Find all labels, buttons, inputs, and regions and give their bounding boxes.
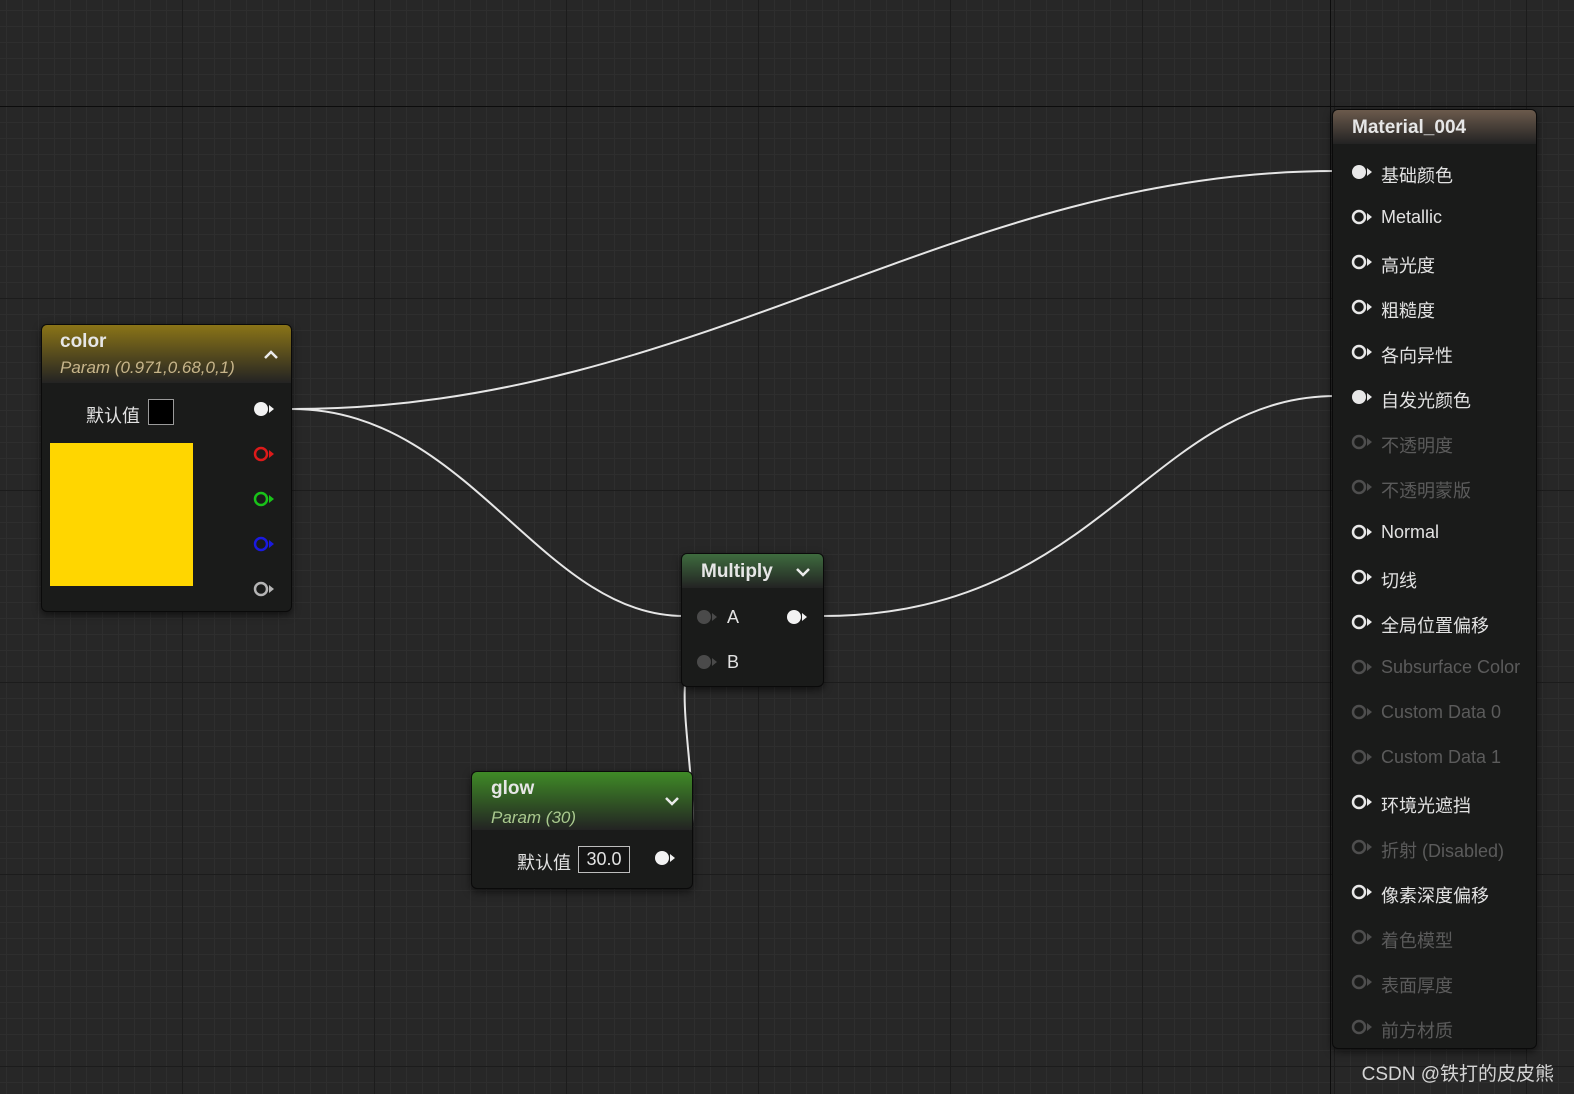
wire-color-to-base-color[interactable] [291,170,1337,410]
color-parameter-node[interactable]: color Param (0.971,0.68,0,1) 默认值 [41,324,292,612]
wire-color-to-multiply-a[interactable] [291,408,685,617]
material-input-row[interactable]: 基础颜色 [1333,162,1536,186]
material-input-row[interactable]: Custom Data 1 [1333,747,1536,771]
input-pin-icon[interactable] [1351,748,1373,766]
color-preview-swatch [50,443,193,586]
material-input-label: 基础颜色 [1381,166,1453,186]
watermark-text: CSDN @铁打的皮皮熊 [1361,1064,1554,1085]
color-node-header[interactable]: color Param (0.971,0.68,0,1) [42,325,291,383]
alpha-output-pin-icon[interactable] [253,580,275,598]
node-title: Multiply [701,561,773,582]
material-input-row[interactable]: 切线 [1333,567,1536,591]
material-input-label: 自发光颜色 [1381,391,1471,411]
input-pin-icon[interactable] [1351,928,1373,946]
input-pin-icon[interactable] [1351,208,1373,226]
material-input-label: 各向异性 [1381,346,1453,366]
green-output-pin-icon[interactable] [253,490,275,508]
material-input-label: 表面厚度 [1381,976,1453,996]
material-result-node[interactable]: Material_004 基础颜色 Metallic 高光度粗糙度各向异性自发光颜色… [1332,109,1537,1049]
material-input-row[interactable]: 粗糙度 [1333,297,1536,321]
multiply-node[interactable]: Multiply A B [681,553,824,687]
glow-parameter-node[interactable]: glow Param (30) 默认值 30.0 [471,771,693,889]
material-node-header[interactable]: Material_004 [1333,110,1536,144]
node-subtitle: Param (30) [491,808,577,827]
material-input-row[interactable]: 全局位置偏移 [1333,612,1536,636]
material-input-row[interactable]: 不透明蒙版 [1333,477,1536,501]
node-subtitle: Param (0.971,0.68,0,1) [60,358,235,377]
output-pin-icon[interactable] [654,849,676,867]
material-input-label: 环境光遮挡 [1381,796,1471,816]
node-title: glow [491,778,535,799]
input-pin-icon[interactable] [1351,433,1373,451]
input-pin-icon[interactable] [1351,793,1373,811]
input-pin-icon[interactable] [1351,253,1373,271]
input-pin-icon[interactable] [1351,568,1373,586]
material-input-label: 不透明度 [1381,436,1453,456]
red-output-pin-icon[interactable] [253,445,275,463]
material-input-label: Metallic [1381,207,1443,227]
wire-multiply-to-emissive[interactable] [821,395,1337,617]
material-input-row[interactable]: 折射 (Disabled) [1333,837,1536,861]
chevron-down-icon[interactable] [664,793,680,809]
chevron-up-icon[interactable] [263,347,279,363]
input-pin-icon[interactable] [1351,838,1373,856]
chevron-down-icon[interactable] [795,564,811,580]
blue-output-pin-icon[interactable] [253,535,275,553]
input-pin-icon[interactable] [1351,478,1373,496]
white-output-pin-icon[interactable] [253,400,275,418]
material-input-row[interactable]: 自发光颜色 [1333,387,1536,411]
material-input-label: 折射 (Disabled) [1381,841,1505,861]
material-input-label: Custom Data 0 [1381,702,1502,722]
material-input-label: Subsurface Color [1381,657,1521,677]
glow-node-header[interactable]: glow Param (30) [472,772,692,830]
material-input-label: 高光度 [1381,256,1435,276]
material-input-label: 全局位置偏移 [1381,616,1489,636]
input-pin-icon[interactable] [1351,883,1373,901]
material-input-label: 切线 [1381,571,1417,591]
material-input-row[interactable]: Custom Data 0 [1333,702,1536,726]
input-pin-icon[interactable] [1351,973,1373,991]
material-input-row[interactable]: 各向异性 [1333,342,1536,366]
material-input-label: 粗糙度 [1381,301,1435,321]
material-input-label: 像素深度偏移 [1381,886,1489,906]
connected-input-pin-icon[interactable] [1351,163,1373,181]
input-b-label: B [727,652,740,672]
material-input-row[interactable]: 高光度 [1333,252,1536,276]
connected-input-pin-icon[interactable] [1351,388,1373,406]
material-input-row[interactable]: 着色模型 [1333,927,1536,951]
default-value-input[interactable]: 30.0 [578,846,630,873]
material-input-row[interactable]: 不透明度 [1333,432,1536,456]
material-input-label: 前方材质 [1381,1021,1453,1041]
output-pin-icon[interactable] [786,608,808,626]
material-input-row[interactable]: 像素深度偏移 [1333,882,1536,906]
node-title: color [60,331,107,352]
material-input-row[interactable]: 表面厚度 [1333,972,1536,996]
input-a-pin-icon[interactable] [696,608,718,626]
material-input-label: 不透明蒙版 [1381,481,1471,501]
default-color-swatch[interactable] [148,399,174,425]
input-pin-icon[interactable] [1351,703,1373,721]
material-input-row[interactable]: 前方材质 [1333,1017,1536,1041]
material-input-row[interactable]: Normal [1333,522,1536,546]
material-input-label: Custom Data 1 [1381,747,1502,767]
input-pin-icon[interactable] [1351,658,1373,676]
material-input-row[interactable]: 环境光遮挡 [1333,792,1536,816]
material-input-row[interactable]: Metallic [1333,207,1536,231]
input-pin-icon[interactable] [1351,1018,1373,1036]
input-a-label: A [727,607,740,627]
node-title: Material_004 [1352,117,1467,138]
input-pin-icon[interactable] [1351,523,1373,541]
material-input-row[interactable]: Subsurface Color [1333,657,1536,681]
material-input-label: 着色模型 [1381,931,1453,951]
default-value-label: 默认值 [86,406,140,426]
input-pin-icon[interactable] [1351,343,1373,361]
default-value-label: 默认值 [517,853,571,873]
input-b-pin-icon[interactable] [696,653,718,671]
multiply-node-header[interactable]: Multiply [682,554,823,588]
input-pin-icon[interactable] [1351,613,1373,631]
input-pin-icon[interactable] [1351,298,1373,316]
material-input-label: Normal [1381,522,1440,542]
